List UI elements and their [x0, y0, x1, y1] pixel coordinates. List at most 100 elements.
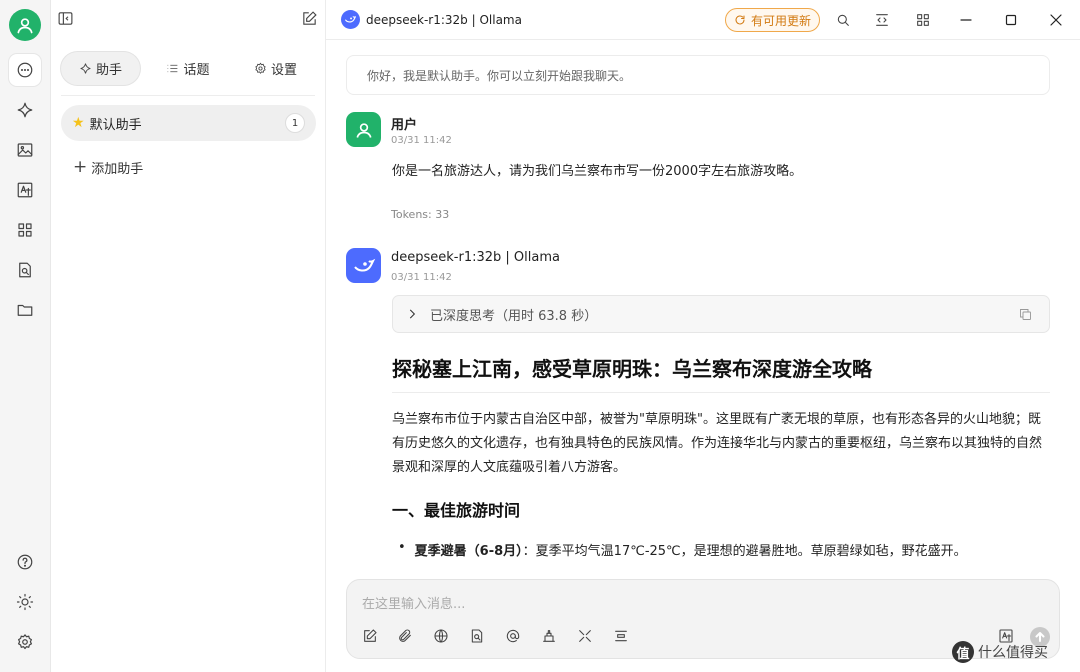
chat-header: deepseek-r1:32b | Ollama 有可用更新: [326, 0, 1080, 40]
window-close-button[interactable]: [1033, 0, 1079, 40]
expand-input-button[interactable]: [576, 627, 594, 645]
bot-name: deepseek-r1:32b | Ollama: [391, 250, 560, 265]
watermark-text: 什么值得买: [978, 645, 1048, 661]
token-count: Tokens: 33: [391, 208, 450, 221]
list-icon: [168, 64, 178, 73]
update-label: 有可用更新: [750, 13, 811, 28]
mention-model-button[interactable]: [504, 627, 522, 645]
assistant-item-default[interactable]: ★ 默认助手 1: [61, 105, 316, 141]
model-selector[interactable]: deepseek-r1:32b | Ollama: [341, 10, 522, 29]
chat-nav-button[interactable]: [9, 54, 41, 86]
search-document-icon: [19, 262, 31, 278]
list-item-text: 夏季避暑（6-8月）：夏季平均气温17℃-25℃，是理想的避暑胜地。草原碧绿如毡…: [415, 540, 967, 559]
help-button[interactable]: [9, 546, 41, 578]
update-available-button[interactable]: 有可用更新: [725, 8, 820, 32]
knowledge-nav-button[interactable]: [9, 254, 41, 286]
chat-icon: [17, 62, 33, 78]
close-icon: [1050, 14, 1062, 26]
topic-count-badge: 1: [285, 113, 305, 133]
user-icon: [356, 122, 371, 138]
sidebar-toggle-icon: [58, 12, 73, 25]
panel-tabs: 助手 话题 设置: [61, 51, 315, 86]
grid-icon: [917, 14, 929, 26]
watermark: 值 什么值得买: [952, 641, 1048, 663]
deepseek-logo-icon: [341, 10, 360, 29]
user-icon: [17, 18, 33, 34]
copy-icon[interactable]: [1018, 307, 1033, 322]
narrow-mode-icon: [876, 14, 888, 26]
greeting-message: 你好，我是默认助手。你可以立刻开始跟我聊天。: [346, 55, 1050, 95]
add-assistant-button[interactable]: + 添加助手: [73, 157, 144, 178]
list-item-body: ：夏季平均气温17℃-25℃，是理想的避暑胜地。草原碧绿如毡，野花盛开。: [522, 544, 967, 559]
chevron-right-icon: [405, 307, 419, 321]
plus-icon: +: [73, 157, 88, 177]
search-button[interactable]: [833, 10, 853, 30]
image-icon: [17, 143, 33, 157]
star-icon: ★: [72, 115, 85, 131]
list-item: • 夏季避暑（6-8月）：夏季平均气温17℃-25℃，是理想的避暑胜地。草原碧绿…: [398, 540, 1058, 559]
toggle-sidebar-button[interactable]: [57, 10, 77, 30]
paintings-nav-button[interactable]: [9, 134, 41, 166]
assistant-panel: 助手 话题 设置 ★ 默认助手 1 + 添加助手: [51, 0, 326, 672]
gear-icon: [255, 62, 266, 74]
tab-settings[interactable]: 设置: [236, 52, 315, 85]
window-minimize-button[interactable]: [943, 0, 989, 40]
settings-button[interactable]: [9, 626, 41, 658]
theme-toggle-button[interactable]: [9, 586, 41, 618]
expand-icon: [579, 630, 591, 642]
mention-icon: [506, 629, 520, 643]
new-topic-tool-button[interactable]: [361, 627, 379, 645]
list-item-bold: 夏季避暑（6-8月）: [414, 544, 523, 559]
attachment-icon: [399, 629, 411, 642]
globe-icon: [434, 629, 448, 643]
deepseek-whale-icon: [353, 258, 375, 271]
new-topic-icon: [615, 630, 627, 642]
message-input-placeholder: 在这里输入消息...: [362, 597, 466, 612]
user-name: 用户: [391, 118, 418, 133]
chat-messages: 你好，我是默认助手。你可以立刻开始跟我聊天。 用户 03/31 11:42 你是…: [326, 40, 1080, 672]
user-avatar[interactable]: [9, 9, 41, 41]
response-heading: 探秘塞上江南，感受草原明珠：乌兰察布深度游全攻略: [392, 353, 1050, 393]
theme-icon: [16, 593, 34, 611]
bullet-icon: •: [398, 540, 406, 555]
watermark-badge: 值: [952, 641, 974, 663]
clear-context-button[interactable]: [540, 627, 558, 645]
search-icon: [837, 14, 849, 26]
icon-rail: [0, 0, 51, 672]
thinking-collapse[interactable]: 已深度思考（用时 63.8 秒）: [392, 295, 1050, 333]
settings-icon: [18, 634, 32, 650]
tab-label: 话题: [183, 63, 210, 78]
sparkle-icon: [80, 63, 91, 74]
tab-label: 助手: [96, 63, 123, 78]
apps-nav-button[interactable]: [9, 214, 41, 246]
agents-nav-button[interactable]: [9, 94, 41, 126]
tab-topics[interactable]: 话题: [148, 52, 227, 85]
minapp-button[interactable]: [913, 10, 933, 30]
user-message-avatar: [346, 112, 381, 147]
window-maximize-button[interactable]: [988, 0, 1034, 40]
bot-message-time: 03/31 11:42: [391, 272, 452, 283]
thinking-label: 已深度思考（用时 63.8 秒）: [430, 308, 598, 324]
user-message-time: 03/31 11:42: [391, 135, 452, 146]
knowledge-base-button[interactable]: [468, 627, 486, 645]
folder-icon: [17, 304, 33, 316]
response-paragraph: 乌兰察布市位于内蒙古自治区中部，被誉为"草原明珠"。这里既有广袤无垠的草原，也有…: [392, 412, 1043, 475]
new-context-button[interactable]: [612, 627, 630, 645]
edit-icon: [303, 11, 317, 25]
clear-icon: [543, 630, 555, 642]
tab-assistants[interactable]: 助手: [61, 52, 141, 85]
narrow-mode-button[interactable]: [872, 10, 892, 30]
translate-nav-button[interactable]: [9, 174, 41, 206]
add-assistant-label: 添加助手: [91, 162, 144, 177]
files-nav-button[interactable]: [9, 294, 41, 326]
tab-label: 设置: [270, 63, 297, 78]
knowledge-icon: [471, 629, 483, 643]
new-chat-button[interactable]: [301, 10, 321, 30]
sparkle-icon: [17, 102, 33, 118]
bot-message-avatar: [346, 248, 381, 283]
attachment-button[interactable]: [396, 627, 414, 645]
panel-toolbar: [51, 0, 326, 40]
assistant-name: 默认助手: [89, 117, 142, 133]
web-search-button[interactable]: [432, 627, 450, 645]
maximize-icon: [1005, 14, 1017, 26]
